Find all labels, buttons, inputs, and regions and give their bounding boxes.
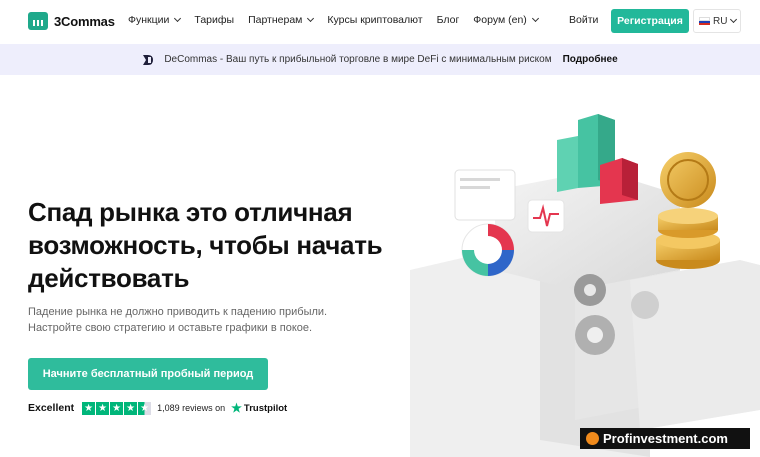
russia-flag-icon [699,17,710,25]
logo-text: 3Commas [54,13,115,29]
trustpilot-logo: ★ Trustpilot [231,401,287,415]
nav-item-features[interactable]: Функции [128,14,182,26]
star-icon: ★ [110,401,124,415]
hero-subtitle: Падение рынка не должно приводить к паде… [28,306,328,334]
nav-label: Функции [128,14,170,26]
top-header: 3Commas Функции Тарифы Партнерам Курсы к… [0,0,760,44]
watermark-logo-icon [586,432,599,445]
banner-text: DeCommas - Ваш путь к прибыльной торговл… [164,54,552,65]
nav-label: Курсы криптовалют [327,14,423,26]
chevron-down-icon [307,14,315,23]
trustpilot-brand: Trustpilot [243,402,288,414]
star-icon: ★ [124,401,138,415]
banner-more-link[interactable]: Подробнее [563,54,618,65]
chevron-down-icon [531,14,539,23]
decommas-logo-icon [143,54,154,65]
rating-label: Excellent [28,402,75,414]
star-icon: ★ [96,401,110,415]
language-selector[interactable]: RU [693,9,741,33]
nav-item-pricing[interactable]: Тарифы [194,14,234,26]
start-trial-button[interactable]: Начните бесплатный пробный период [28,358,268,390]
nav-item-partners[interactable]: Партнерам [248,14,315,26]
language-label: RU [713,15,728,27]
nav-label: Партнерам [248,14,303,26]
main-nav: Функции Тарифы Партнерам Курсы криптовал… [128,14,552,26]
watermark-text: Profinvestment.com [603,431,728,446]
login-link[interactable]: Войти [569,14,598,26]
nav-item-forum[interactable]: Форум (en) [473,14,539,26]
hero-illustration [410,114,760,457]
trustpilot-star-icon: ★ [231,401,242,415]
logo-icon [28,12,48,30]
nav-label: Форум (en) [473,14,527,26]
chevron-down-icon [730,15,738,24]
trustpilot-rating[interactable]: Excellent ★ ★ ★ ★ ★ 1,089 reviews on ★ T… [28,401,287,415]
star-icon: ★ [82,401,96,415]
promo-banner: DeCommas - Ваш путь к прибыльной торговл… [0,44,760,75]
chevron-down-icon [174,14,182,23]
reviews-count: 1,089 reviews on [157,403,226,413]
hero-title: Спад рынка это отличная возможность, что… [28,197,383,293]
rating-stars: ★ ★ ★ ★ ★ [82,401,152,415]
nav-label: Тарифы [194,14,235,26]
logo[interactable]: 3Commas [28,12,115,30]
watermark: Profinvestment.com [580,428,750,449]
register-button[interactable]: Регистрация [611,9,689,33]
nav-item-crypto-rates[interactable]: Курсы криптовалют [327,14,422,26]
half-star-icon: ★ [138,401,152,415]
nav-item-blog[interactable]: Блог [437,14,460,26]
nav-label: Блог [436,14,460,26]
